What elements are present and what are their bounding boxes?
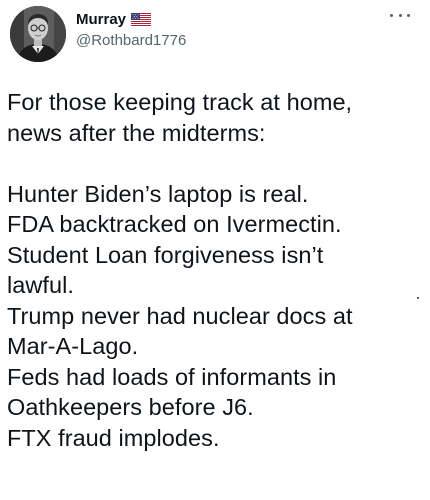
handle[interactable]: @Rothbard1776: [76, 32, 186, 49]
us-flag-icon: [131, 12, 152, 26]
tweet-line: Trump never had nuclear docs at: [7, 302, 353, 329]
author-info: Murray @Rothbard1776: [76, 9, 186, 50]
tweet-line: news after the midterms:: [7, 119, 266, 146]
tweet-line: Mar-A-Lago.: [7, 333, 139, 359]
tweet-line: lawful.: [7, 272, 74, 298]
avatar-portrait-icon: [10, 6, 66, 62]
more-dot: [398, 13, 402, 17]
more-options-icon[interactable]: [390, 8, 410, 22]
tweet-line: Oathkeepers before J6.: [7, 394, 254, 420]
more-dot: [407, 13, 410, 17]
tweet-header: Murray @Rothbard1776: [10, 6, 420, 62]
image-artifact: [417, 297, 419, 299]
name-row: Murray: [76, 9, 186, 29]
tweet-card: Murray @Rothbard1776 For those keeping t…: [0, 0, 430, 500]
tweet-line: Student Loan forgiveness isn’t: [7, 241, 324, 268]
tweet-line: FTX fraud implodes.: [7, 424, 220, 451]
tweet-line: Hunter Biden’s laptop is real.: [7, 180, 309, 207]
tweet-line: Feds had loads of informants in: [7, 363, 337, 390]
tweet-text: For those keeping track at home, news af…: [7, 87, 427, 453]
tweet-line: FDA backtracked on Ivermectin.: [7, 211, 342, 237]
display-name[interactable]: Murray: [76, 11, 126, 28]
tweet-line: [7, 148, 427, 179]
avatar[interactable]: [10, 6, 66, 62]
tweet-line: For those keeping track at home,: [7, 89, 353, 115]
more-dot: [390, 13, 393, 17]
